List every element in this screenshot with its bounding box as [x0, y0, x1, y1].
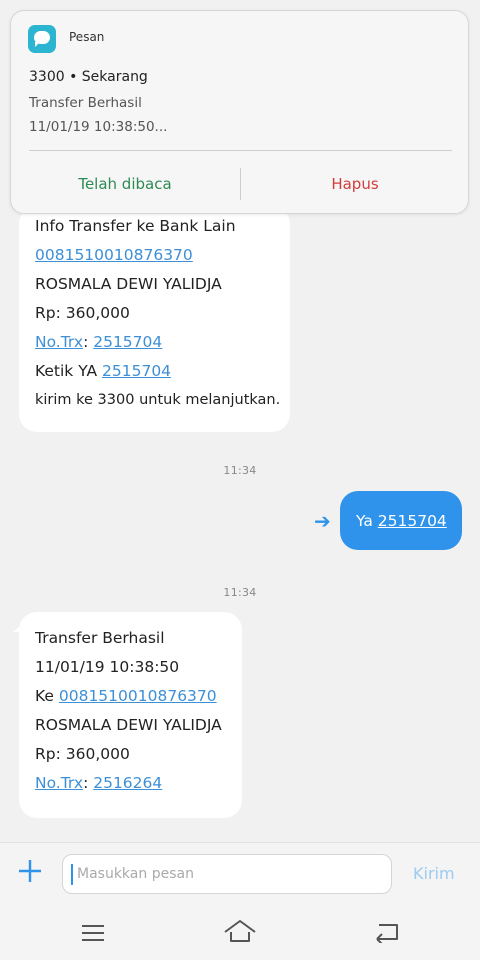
- message-line: Rp: 360,000: [35, 304, 130, 322]
- navigation-bar: [0, 906, 480, 960]
- message-composer: Masukkan pesan Kirim: [0, 842, 480, 906]
- trx-label-link[interactable]: No.Trx: [35, 333, 83, 351]
- sent-code-link[interactable]: 2515704: [378, 512, 447, 530]
- reply-prefix: Ketik YA: [35, 362, 103, 380]
- message-line: kirim ke 3300 untuk melanjutkan.: [35, 392, 281, 408]
- trx-number-link[interactable]: 2515704: [93, 333, 162, 351]
- home-icon[interactable]: [223, 918, 257, 944]
- outgoing-message[interactable]: Ya 2515704: [340, 491, 462, 550]
- back-icon[interactable]: [374, 921, 400, 943]
- account-number-link[interactable]: 0081510010876370: [35, 246, 193, 264]
- message-line: Info Transfer ke Bank Lain: [35, 217, 236, 235]
- notification-preview-line: 11/01/19 10:38:50...: [29, 119, 168, 135]
- text-caret: [71, 864, 73, 885]
- reply-code-link[interactable]: 2515704: [102, 362, 171, 380]
- message-line: 11/01/19 10:38:50: [35, 658, 180, 676]
- divider: [29, 150, 452, 151]
- delete-button[interactable]: Hapus: [241, 161, 469, 207]
- timestamp: 11:34: [223, 586, 257, 599]
- ke-prefix: Ke: [35, 687, 59, 705]
- message-app-icon: [28, 25, 56, 53]
- trx-separator: :: [83, 333, 94, 351]
- message-line: Rp: 360,000: [35, 745, 130, 763]
- notification-card[interactable]: Pesan 3300 • Sekarang Transfer Berhasil …: [10, 10, 469, 214]
- send-button[interactable]: Kirim: [413, 864, 455, 883]
- message-line: ROSMALA DEWI YALIDJA: [35, 716, 222, 734]
- account-number-link[interactable]: 0081510010876370: [59, 687, 217, 705]
- sent-prefix: Ya: [356, 511, 378, 530]
- trx-label-link[interactable]: No.Trx: [35, 774, 83, 792]
- message-line: Transfer Berhasil: [35, 629, 165, 647]
- message-line: ROSMALA DEWI YALIDJA: [35, 275, 222, 293]
- message-input[interactable]: Masukkan pesan: [62, 854, 392, 894]
- timestamp: 11:34: [223, 464, 257, 477]
- trx-separator: :: [83, 774, 94, 792]
- mark-as-read-button[interactable]: Telah dibaca: [11, 161, 239, 207]
- plus-icon[interactable]: [17, 858, 43, 890]
- notification-preview-line: Transfer Berhasil: [29, 95, 142, 111]
- notification-sender: 3300 • Sekarang: [29, 69, 148, 85]
- sent-arrow-icon: ➔: [314, 509, 331, 533]
- incoming-message[interactable]: Transfer Berhasil 11/01/19 10:38:50 Ke 0…: [19, 612, 242, 818]
- message-input-placeholder: Masukkan pesan: [77, 866, 194, 882]
- trx-number-link[interactable]: 2516264: [93, 774, 162, 792]
- menu-icon[interactable]: [81, 924, 105, 942]
- incoming-message[interactable]: Info Transfer ke Bank Lain 0081510010876…: [19, 206, 290, 432]
- notification-app-name: Pesan: [69, 30, 105, 44]
